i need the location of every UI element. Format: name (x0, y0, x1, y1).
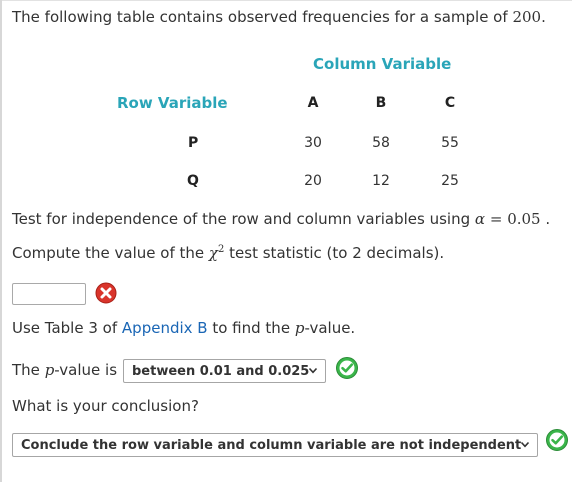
p-value-line: The p-value is (12, 361, 117, 379)
column-header-c: C (444, 95, 456, 111)
p-value-before: The (12, 361, 40, 379)
conclusion-selected: Conclude the row variable and column var… (21, 437, 522, 453)
chi-symbol: χ2 (208, 244, 225, 262)
intro-period: . (541, 8, 546, 26)
check-circle-icon (546, 429, 568, 451)
chi-superscript: 2 (218, 244, 225, 255)
appendix-b-link[interactable]: Appendix B (122, 319, 208, 337)
equals-sign: = (489, 210, 503, 228)
sample-size: 200 (512, 8, 542, 26)
row-header-q: Q (187, 173, 199, 189)
frame-left-border (0, 0, 2, 482)
table-ref-before: Use Table 3 of (12, 319, 118, 337)
cell-q-b: 12 (372, 173, 390, 189)
compute-before: Compute the value of the (12, 244, 205, 262)
conclusion-select[interactable]: Conclude the row variable and column var… (12, 433, 538, 457)
p-value-select[interactable]: between 0.01 and 0.025 (123, 359, 326, 383)
p-symbol: p (294, 319, 305, 337)
column-header-a: A (307, 95, 319, 111)
test-period: . (545, 210, 551, 228)
column-header-b: B (375, 95, 387, 111)
question-intro: The following table contains observed fr… (12, 8, 546, 26)
chevron-down-icon (520, 441, 530, 448)
test-statistic-input[interactable] (12, 283, 86, 305)
cell-q-a: 20 (304, 173, 322, 189)
alpha-value: 0.05 (507, 210, 541, 228)
cell-p-a: 30 (304, 135, 322, 151)
compute-instruction: Compute the value of the χ2 test statist… (12, 244, 444, 262)
table-ref-after: -value. (304, 319, 356, 337)
p-value-selected: between 0.01 and 0.025 (132, 363, 310, 379)
p-value-after: -value is (54, 361, 118, 379)
table-ref-middle: to find the (212, 319, 291, 337)
table-reference-line: Use Table 3 of Appendix B to find the p-… (12, 319, 355, 337)
cell-p-b: 58 (372, 135, 390, 151)
conclusion-question: What is your conclusion? (12, 397, 199, 415)
compute-after: test statistic (to 2 decimals). (229, 244, 445, 262)
cell-q-c: 25 (441, 173, 459, 189)
intro-text: The following table contains observed fr… (12, 8, 508, 26)
frame-top-border (0, 0, 572, 1)
row-header-p: P (188, 135, 199, 151)
test-text: Test for independence of the row and col… (12, 210, 471, 228)
p-value-symbol: p (44, 361, 55, 379)
alpha-symbol: α (474, 210, 486, 228)
column-variable-label: Column Variable (313, 55, 452, 73)
check-circle-icon (336, 357, 358, 379)
chevron-down-icon (308, 367, 318, 374)
test-instruction: Test for independence of the row and col… (12, 210, 550, 228)
cell-p-c: 55 (441, 135, 459, 151)
row-variable-label: Row Variable (117, 94, 228, 112)
x-circle-icon (95, 282, 117, 304)
